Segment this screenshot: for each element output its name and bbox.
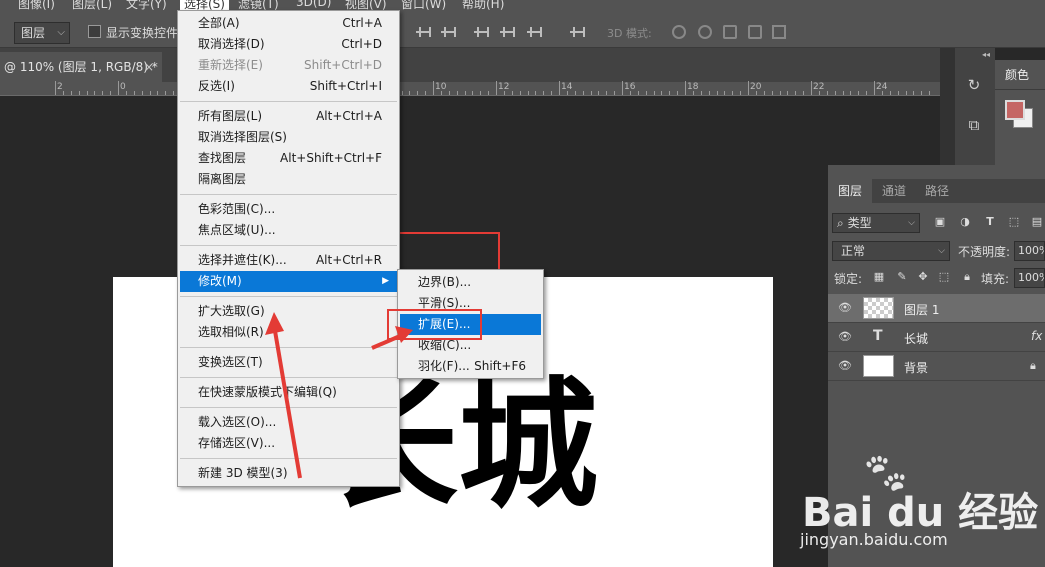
annotation-arrow-line [371,334,401,350]
annotation-arrow-head [265,312,284,335]
annotation-arrow-head [395,326,413,343]
baidu-jingyan-watermark: 🐾︎ Bai du 经验 jingyan.baidu.com [800,450,1040,560]
watermark-url: jingyan.baidu.com [800,530,948,549]
annotation-arrow-line [272,324,302,479]
